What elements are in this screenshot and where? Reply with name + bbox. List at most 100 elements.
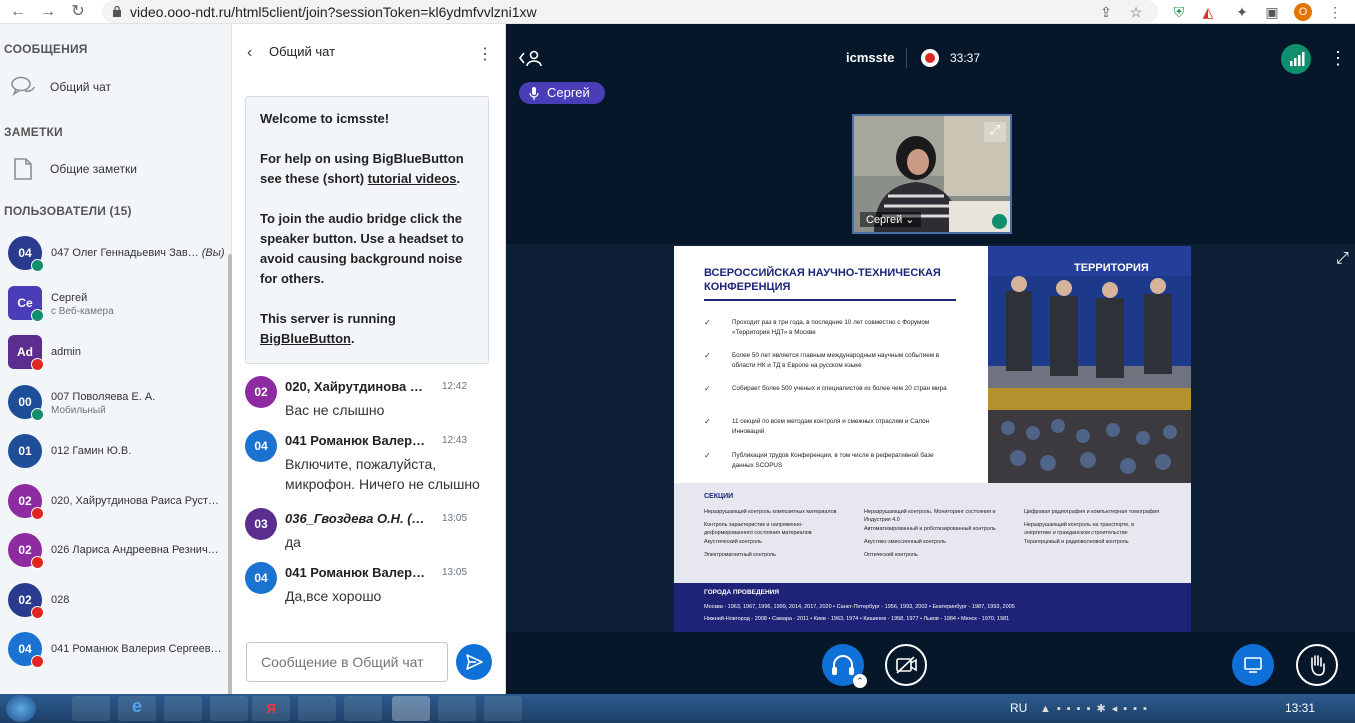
user-status-icon [31, 259, 44, 272]
recording-timer: 33:37 [950, 51, 981, 65]
user-list-item[interactable]: Ad admin [8, 331, 228, 375]
forward-icon[interactable]: → [38, 2, 58, 22]
audio-options-icon[interactable]: ⌃ [853, 674, 867, 688]
main-options-icon[interactable]: ⋮ [1329, 48, 1347, 69]
slide-title: ВСЕРОССИЙСКАЯ НАУЧНО-ТЕХНИЧЕСКАЯ КОНФЕРЕ… [704, 267, 941, 293]
taskbar-word-icon[interactable] [438, 696, 476, 721]
windows-taskbar: e Я RU ▲▪▪▪▪✱◂▪▪▪ 13:31 [0, 694, 1355, 723]
taskbar-media-icon[interactable] [164, 696, 202, 721]
user-status-icon [31, 605, 44, 619]
user-list-item[interactable]: 02 028 [8, 579, 228, 623]
address-bar[interactable]: video.ooo-ndt.ru/html5client/join?sessio… [102, 0, 1158, 23]
back-icon[interactable]: ← [8, 2, 28, 22]
camera-off-icon [896, 656, 917, 674]
toggle-userlist-icon[interactable] [518, 48, 544, 68]
checkmark-icon: ✓ [704, 384, 711, 393]
chevron-left-icon[interactable]: ‹ [247, 44, 252, 62]
cities-heading: ГОРОДА ПРОВЕДЕНИЯ [704, 589, 780, 596]
webcam-user-name: Сергей [866, 214, 903, 226]
user-list-item[interactable]: 00 007 Поволяева Е. А. Мобильный [8, 381, 228, 425]
user-list-item[interactable]: 04 047 Олег Геннадьевич Зав… (Вы) [8, 232, 228, 276]
webcam-fullscreen-icon[interactable]: ⤢ [984, 122, 1006, 142]
user-list-item[interactable]: 02 020, Хайрутдинова Раиса Руст… [8, 480, 228, 524]
start-button[interactable] [6, 695, 36, 722]
user-avatar: 04 [8, 632, 44, 668]
tutorial-link[interactable]: tutorial videos [368, 171, 457, 186]
send-button[interactable] [456, 644, 492, 680]
user-list-item[interactable]: 01 012 Гамин Ю.В. [8, 430, 228, 474]
user-status-icon [31, 506, 44, 520]
user-avatar: 02 [8, 582, 44, 619]
pdf-extension-icon[interactable]: ◭ [1199, 3, 1217, 21]
public-chat-label: Общий чат [50, 80, 111, 94]
bigbluebutton-link[interactable]: BigBlueButton [260, 331, 351, 346]
user-subtitle: с Веб-камера [51, 305, 114, 317]
connection-status-button[interactable] [1281, 44, 1311, 74]
shield-extension-icon[interactable]: ⛨ [1170, 3, 1188, 21]
record-dot-icon [925, 53, 935, 63]
message-author: 020, Хайрутдинова … [285, 379, 423, 394]
taskbar-notepad-icon[interactable] [344, 696, 382, 721]
recording-indicator[interactable] [921, 49, 939, 67]
user-list-item[interactable]: 02 026 Лариса Андреевна Резнич… [8, 529, 228, 573]
system-tray-icons[interactable]: ▲▪▪▪▪✱◂▪▪▪ [1040, 702, 1270, 716]
webcam-user-label[interactable]: Сергей ⌄ [860, 212, 921, 227]
slide-bullet-text: Проходит раз в три года, в последние 10 … [732, 319, 930, 336]
user-list-item[interactable]: Се Сергей с Веб-камера [8, 282, 228, 326]
shared-notes-nav-item[interactable]: Общие заметки [10, 152, 220, 188]
raise-hand-button[interactable] [1296, 644, 1338, 686]
share-icon[interactable]: ⇪ [1097, 3, 1115, 21]
user-list-item[interactable]: 04 041 Романюк Валерия Сергеев… [8, 628, 228, 672]
talking-indicator[interactable]: Сергей [519, 82, 605, 104]
webcam-mic-icon [992, 214, 1007, 229]
user-list-scrollbar[interactable] [228, 254, 232, 714]
chat-options-icon[interactable]: ⋮ [477, 44, 493, 64]
shared-notes-label: Общие заметки [50, 162, 137, 176]
bookmark-star-icon[interactable]: ☆ [1127, 3, 1145, 21]
video-button[interactable] [885, 644, 927, 686]
chat-message-input[interactable] [246, 642, 448, 682]
message-time: 12:43 [442, 435, 468, 446]
slide-title-underline [704, 299, 956, 301]
chat-title: Общий чат [269, 44, 336, 59]
public-chat-nav-item[interactable]: Общий чат [10, 70, 220, 106]
browser-menu-icon[interactable]: ⋮ [1326, 3, 1344, 21]
reload-icon[interactable]: ↻ [68, 2, 88, 22]
audio-help-text: To join the audio bridge click the speak… [260, 211, 464, 286]
taskbar-excel-icon[interactable] [298, 696, 336, 721]
section-item: Контроль характеристик и напряженно-дефо… [704, 522, 812, 536]
user-name: Сергей [51, 291, 88, 304]
slide-bullet-text: Более 50 лет является главным международ… [732, 352, 940, 369]
user-name: 047 Олег Геннадьевич Зав… (Вы) [51, 247, 225, 259]
message-avatar[interactable]: 04 [245, 562, 277, 594]
profile-avatar[interactable]: O [1294, 3, 1312, 21]
taskbar-explorer-icon[interactable] [72, 696, 110, 721]
chat-bubbles-icon [11, 76, 35, 97]
webcam-video[interactable]: ⤢ Сергей ⌄ [852, 114, 1012, 234]
header-divider [906, 48, 907, 68]
message-avatar[interactable]: 04 [245, 430, 277, 462]
side-panel-icon[interactable]: ▣ [1263, 3, 1281, 21]
screen-share-button[interactable] [1232, 644, 1274, 686]
media-toolbar: ⌃ [506, 632, 1355, 694]
presentation-fullscreen-icon[interactable]: ⤢ [1336, 250, 1349, 268]
taskbar-firefox-icon[interactable] [210, 696, 248, 721]
system-clock[interactable]: 13:31 [1285, 701, 1315, 715]
taskbar-chrome-icon[interactable] [392, 696, 430, 721]
taskbar-ie-icon[interactable]: e [118, 696, 156, 721]
message-avatar[interactable]: 03 [245, 508, 277, 540]
help-text-end: . [456, 171, 461, 186]
extensions-icon[interactable]: ✦ [1233, 3, 1251, 21]
message-avatar[interactable]: 02 [245, 376, 277, 408]
section-item: Оптический контроль [864, 552, 918, 558]
message-text: да [285, 534, 301, 550]
user-avatar: 00 [8, 384, 44, 421]
taskbar-app-icon[interactable] [484, 696, 522, 721]
message-author: 041 Романюк Валер… [285, 565, 426, 580]
notes-document-icon [14, 158, 32, 180]
conference-audience-photo [988, 388, 1191, 483]
language-indicator[interactable]: RU [1010, 701, 1027, 715]
checkmark-icon: ✓ [704, 451, 711, 460]
session-name: icmsste [846, 50, 895, 65]
taskbar-yandex-icon[interactable]: Я [252, 696, 290, 721]
